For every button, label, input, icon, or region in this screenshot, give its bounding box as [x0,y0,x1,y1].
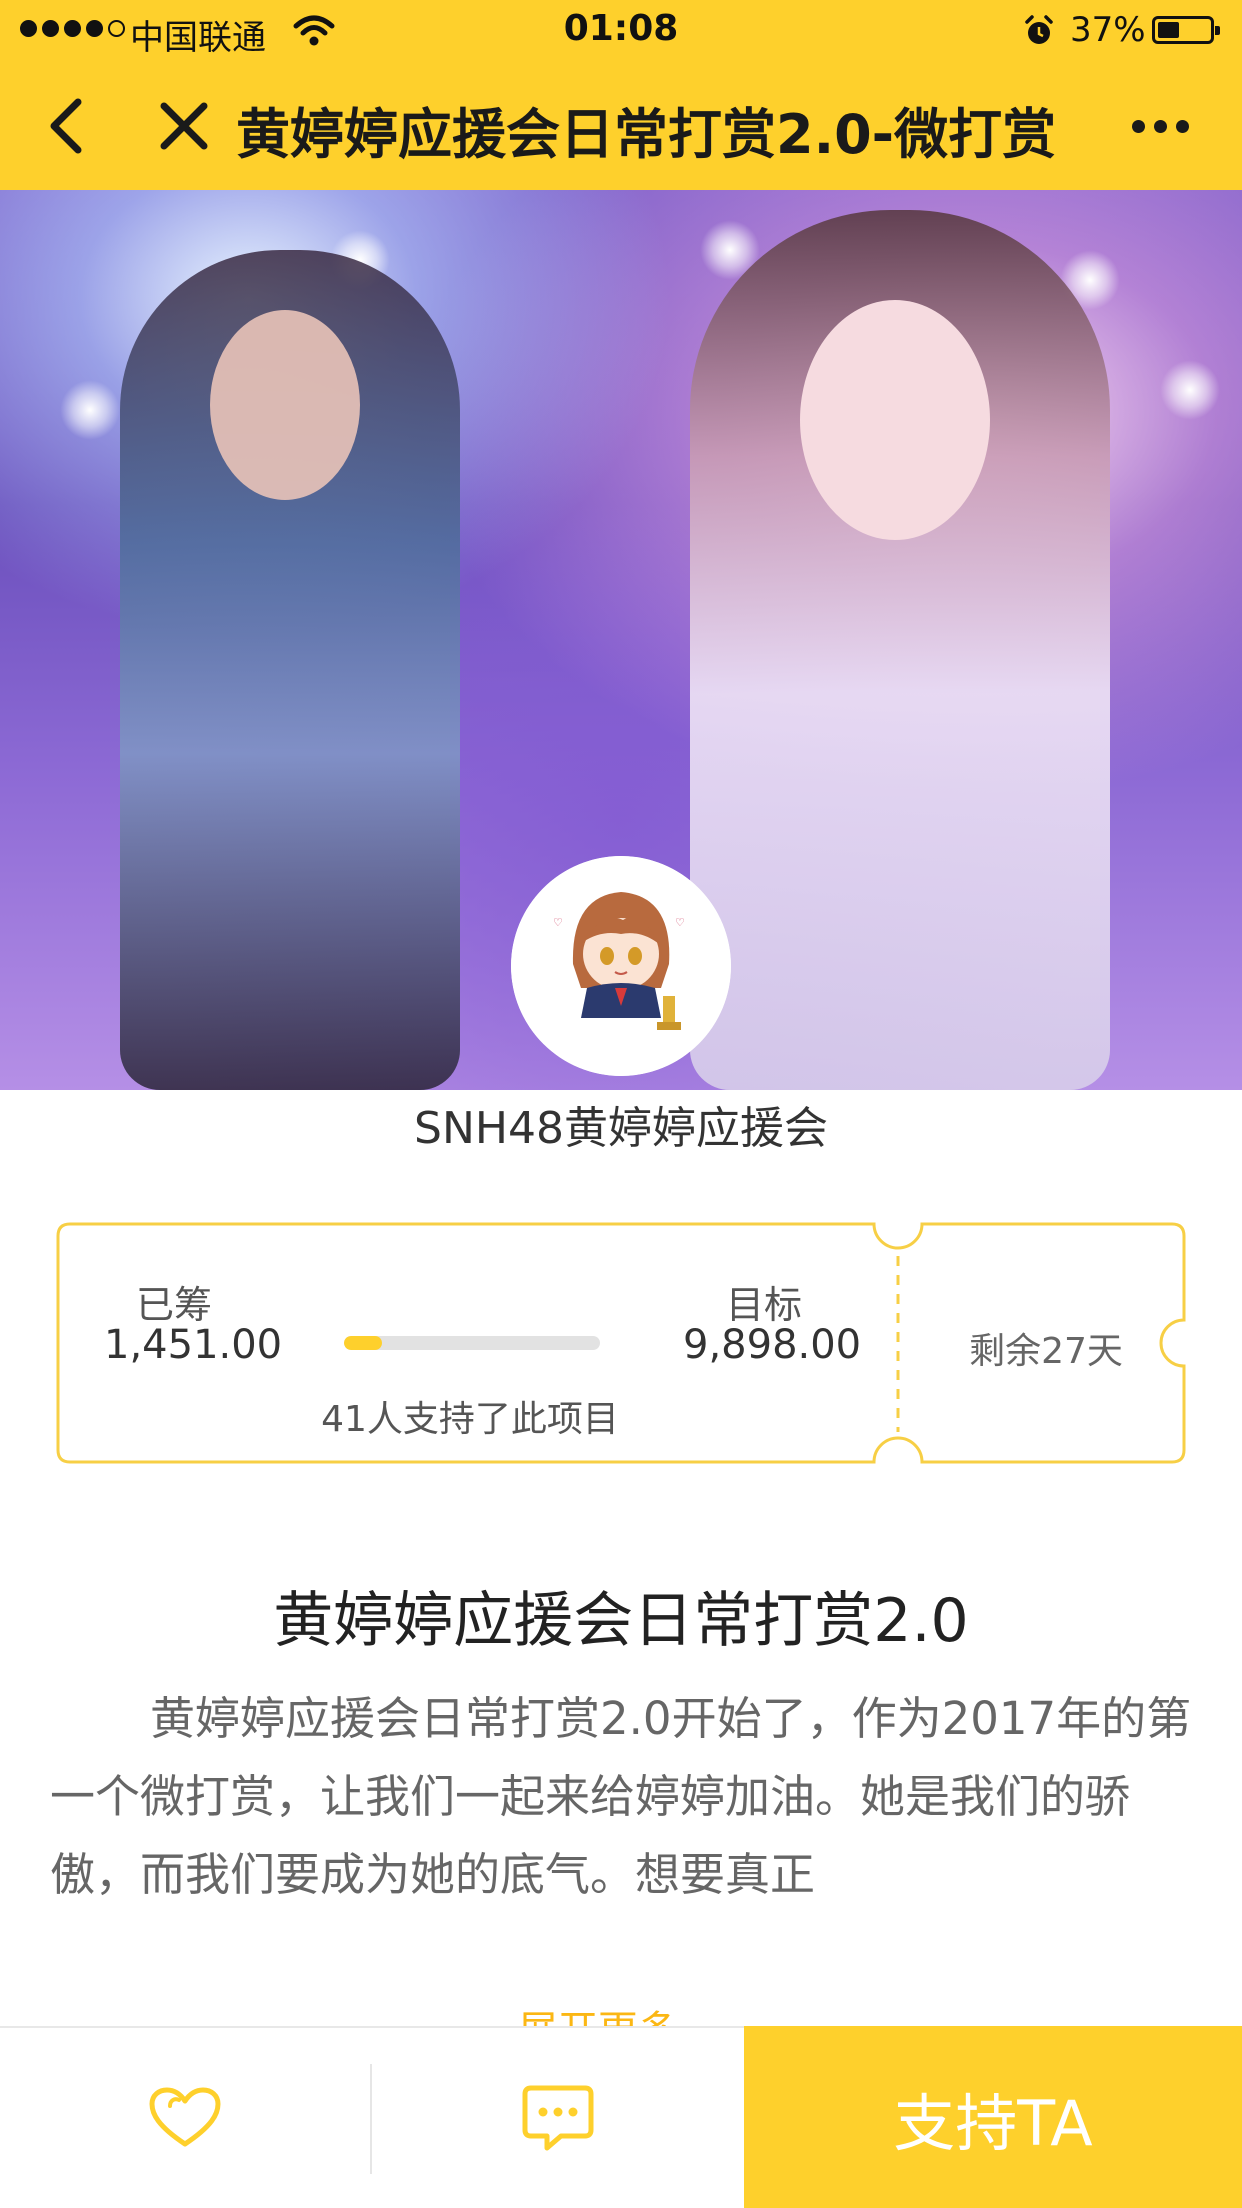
battery-icon [1152,16,1220,44]
close-button[interactable] [150,92,218,160]
organizer-avatar[interactable]: ♡ ♡ [511,856,731,1076]
project-page: 中国联通 01:08 37% 黄婷婷应援会日常打赏2.0-微打赏 ♡ ♡ SNH… [0,0,1242,2208]
organizer-name[interactable]: SNH48黄婷婷应援会 [0,1092,1242,1156]
chibi-avatar-icon: ♡ ♡ [511,856,731,1076]
battery-percentage: 37% [1070,10,1146,50]
navigation-bar: 黄婷婷应援会日常打赏2.0-微打赏 [0,62,1242,190]
support-button[interactable]: 支持TA [744,2026,1242,2208]
raised-label: 已筹 [136,1283,213,1327]
funding-progress-bar [344,1336,600,1350]
status-bar: 中国联通 01:08 37% [0,0,1242,62]
svg-text:♡: ♡ [553,916,563,929]
alarm-icon [1022,14,1056,52]
top-bar: 中国联通 01:08 37% 黄婷婷应援会日常打赏2.0-微打赏 [0,0,1242,190]
funding-card: 已筹 1,451.00 目标 9,898.00 41人支持了此项目 剩余27天 [56,1222,1186,1464]
comment-button[interactable] [372,2028,744,2208]
goal-label: 目标 [726,1283,803,1327]
comment-bubble-icon [522,2085,594,2151]
goal-amount: 9,898.00 [683,1322,862,1368]
bottom-action-bar: 支持TA [0,2026,1242,2208]
supporters-count[interactable]: 41人支持了此项目 [56,1390,884,1442]
chevron-left-icon [50,98,82,154]
days-remaining: 剩余27天 [969,1331,1123,1372]
project-title: 黄婷婷应援会日常打赏2.0 [273,1586,969,1656]
more-options-button[interactable] [1110,94,1210,158]
project-description: 黄婷婷应援会日常打赏2.0开始了，作为2017年的第一个微打赏，让我们一起来给婷… [50,1692,1192,1901]
more-dots-icon [1131,119,1145,133]
close-icon [160,102,208,150]
svg-text:♡: ♡ [675,916,685,929]
back-button[interactable] [36,92,96,160]
heart-icon [149,2087,221,2147]
like-button[interactable] [0,2028,370,2208]
page-title: 黄婷婷应援会日常打赏2.0-微打赏 [236,103,1057,166]
funding-progress-fill [344,1336,382,1350]
raised-amount: 1,451.00 [104,1322,283,1368]
